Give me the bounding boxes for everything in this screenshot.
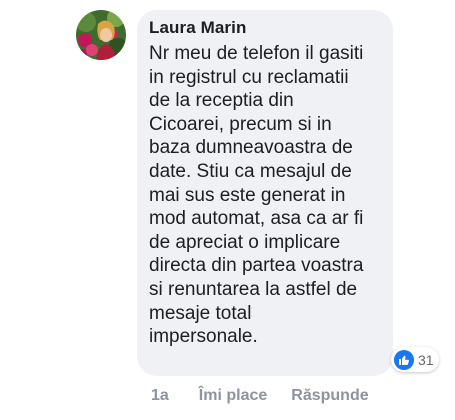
author-name[interactable]: Laura Marin <box>149 18 246 38</box>
reaction-count: 31 <box>418 351 434 368</box>
comment-text: Nr meu de telefon il gasiti in registrul… <box>149 43 364 348</box>
like-button[interactable]: Îmi place <box>199 387 267 405</box>
reaction-summary[interactable]: 31 <box>391 347 439 372</box>
avatar[interactable] <box>76 10 126 60</box>
thumbs-up-icon <box>394 349 414 370</box>
timestamp[interactable]: 1a <box>151 387 169 405</box>
comment: Laura Marin Nr meu de telefon il gasiti … <box>0 0 455 420</box>
avatar-photo <box>76 10 126 60</box>
comment-actions: 1a Îmi place Răspunde <box>151 387 369 405</box>
reply-button[interactable]: Răspunde <box>291 387 368 405</box>
comment-bubble: Laura Marin Nr meu de telefon il gasiti … <box>137 10 393 376</box>
